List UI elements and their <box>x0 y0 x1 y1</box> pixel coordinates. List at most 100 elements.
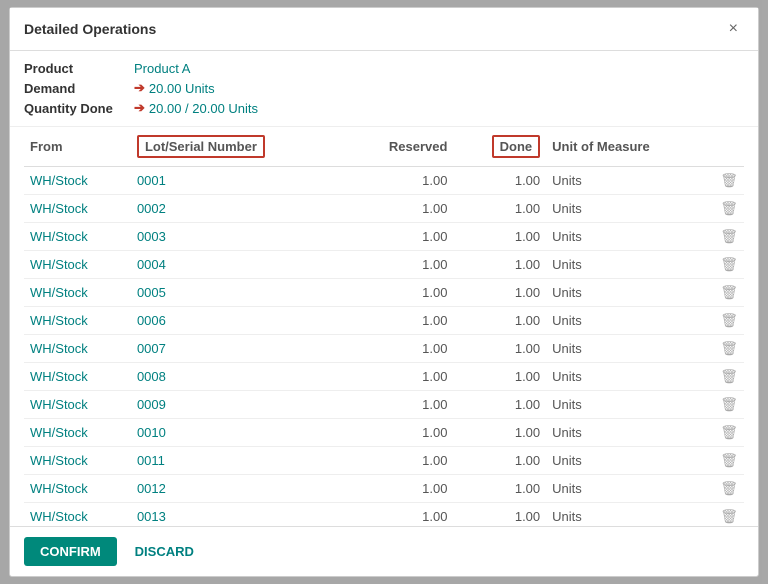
cell-action[interactable]: 🗑 <box>714 363 744 391</box>
table-row: WH/Stock00041.001.00Units🗑 <box>24 251 744 279</box>
cell-reserved: 1.00 <box>345 363 453 391</box>
cell-action[interactable]: 🗑 <box>714 447 744 475</box>
delete-row-button[interactable]: 🗑 <box>720 200 738 217</box>
cell-lot: 0011 <box>131 447 345 475</box>
confirm-button[interactable]: CONFIRM <box>24 537 117 566</box>
product-value: Product A <box>134 61 190 76</box>
table-row: WH/Stock00101.001.00Units🗑 <box>24 419 744 447</box>
cell-action[interactable]: 🗑 <box>714 391 744 419</box>
cell-uom: Units <box>546 251 714 279</box>
table-row: WH/Stock00091.001.00Units🗑 <box>24 391 744 419</box>
cell-reserved: 1.00 <box>345 447 453 475</box>
cell-action[interactable]: 🗑 <box>714 307 744 335</box>
delete-row-button[interactable]: 🗑 <box>720 340 738 357</box>
delete-row-button[interactable]: 🗑 <box>720 284 738 301</box>
cell-lot: 0003 <box>131 223 345 251</box>
cell-action[interactable]: 🗑 <box>714 279 744 307</box>
cell-done: 1.00 <box>453 251 546 279</box>
table-row: WH/Stock00111.001.00Units🗑 <box>24 447 744 475</box>
cell-action[interactable]: 🗑 <box>714 419 744 447</box>
cell-reserved: 1.00 <box>345 223 453 251</box>
cell-action[interactable]: 🗑 <box>714 223 744 251</box>
cell-uom: Units <box>546 363 714 391</box>
delete-row-button[interactable]: 🗑 <box>720 424 738 441</box>
operations-table: From Lot/Serial Number Reserved Done Uni… <box>24 127 744 526</box>
table-row: WH/Stock00121.001.00Units🗑 <box>24 475 744 503</box>
delete-row-button[interactable]: 🗑 <box>720 508 738 525</box>
demand-row: Demand ➔ 20.00 Units <box>24 80 744 96</box>
cell-uom: Units <box>546 447 714 475</box>
cell-action[interactable]: 🗑 <box>714 475 744 503</box>
delete-row-button[interactable]: 🗑 <box>720 452 738 469</box>
table-row: WH/Stock00071.001.00Units🗑 <box>24 335 744 363</box>
cell-uom: Units <box>546 167 714 195</box>
cell-action[interactable]: 🗑 <box>714 195 744 223</box>
cell-reserved: 1.00 <box>345 335 453 363</box>
delete-row-button[interactable]: 🗑 <box>720 172 738 189</box>
cell-uom: Units <box>546 503 714 527</box>
cell-uom: Units <box>546 307 714 335</box>
cell-lot: 0005 <box>131 279 345 307</box>
demand-value: 20.00 Units <box>149 81 215 96</box>
cell-uom: Units <box>546 195 714 223</box>
cell-done: 1.00 <box>453 335 546 363</box>
cell-uom: Units <box>546 223 714 251</box>
cell-lot: 0001 <box>131 167 345 195</box>
cell-reserved: 1.00 <box>345 279 453 307</box>
cell-done: 1.00 <box>453 279 546 307</box>
cell-lot: 0007 <box>131 335 345 363</box>
cell-from: WH/Stock <box>24 167 131 195</box>
cell-from: WH/Stock <box>24 447 131 475</box>
quantity-done-value: 20.00 / 20.00 Units <box>149 101 258 116</box>
cell-from: WH/Stock <box>24 475 131 503</box>
modal-body: Product Product A Demand ➔ 20.00 Units Q… <box>10 51 758 526</box>
col-done: Done <box>453 127 546 167</box>
cell-reserved: 1.00 <box>345 391 453 419</box>
cell-action[interactable]: 🗑 <box>714 335 744 363</box>
col-lot: Lot/Serial Number <box>131 127 345 167</box>
cell-lot: 0009 <box>131 391 345 419</box>
cell-uom: Units <box>546 475 714 503</box>
close-button[interactable]: × <box>723 18 744 40</box>
discard-button[interactable]: DISCARD <box>127 537 202 566</box>
delete-row-button[interactable]: 🗑 <box>720 256 738 273</box>
modal-title: Detailed Operations <box>24 21 156 37</box>
delete-row-button[interactable]: 🗑 <box>720 480 738 497</box>
cell-action[interactable]: 🗑 <box>714 251 744 279</box>
cell-uom: Units <box>546 419 714 447</box>
table-row: WH/Stock00081.001.00Units🗑 <box>24 363 744 391</box>
table-row: WH/Stock00061.001.00Units🗑 <box>24 307 744 335</box>
cell-reserved: 1.00 <box>345 419 453 447</box>
table-container[interactable]: From Lot/Serial Number Reserved Done Uni… <box>10 127 758 526</box>
cell-from: WH/Stock <box>24 363 131 391</box>
cell-from: WH/Stock <box>24 419 131 447</box>
cell-lot: 0012 <box>131 475 345 503</box>
cell-lot: 0008 <box>131 363 345 391</box>
cell-done: 1.00 <box>453 363 546 391</box>
cell-from: WH/Stock <box>24 391 131 419</box>
cell-action[interactable]: 🗑 <box>714 167 744 195</box>
demand-label: Demand <box>24 81 134 96</box>
modal-overlay: Detailed Operations × Product Product A … <box>0 0 768 584</box>
modal: Detailed Operations × Product Product A … <box>9 7 759 577</box>
table-header-row: From Lot/Serial Number Reserved Done Uni… <box>24 127 744 167</box>
cell-lot: 0013 <box>131 503 345 527</box>
delete-row-button[interactable]: 🗑 <box>720 228 738 245</box>
cell-reserved: 1.00 <box>345 503 453 527</box>
cell-from: WH/Stock <box>24 307 131 335</box>
cell-uom: Units <box>546 391 714 419</box>
col-reserved: Reserved <box>345 127 453 167</box>
quantity-done-arrow-icon: ➔ <box>134 100 145 116</box>
cell-done: 1.00 <box>453 307 546 335</box>
cell-action[interactable]: 🗑 <box>714 503 744 527</box>
cell-from: WH/Stock <box>24 223 131 251</box>
delete-row-button[interactable]: 🗑 <box>720 368 738 385</box>
table-row: WH/Stock00011.001.00Units🗑 <box>24 167 744 195</box>
delete-row-button[interactable]: 🗑 <box>720 396 738 413</box>
product-row: Product Product A <box>24 61 744 76</box>
cell-lot: 0006 <box>131 307 345 335</box>
col-from: From <box>24 127 131 167</box>
cell-from: WH/Stock <box>24 503 131 527</box>
col-uom: Unit of Measure <box>546 127 714 167</box>
delete-row-button[interactable]: 🗑 <box>720 312 738 329</box>
